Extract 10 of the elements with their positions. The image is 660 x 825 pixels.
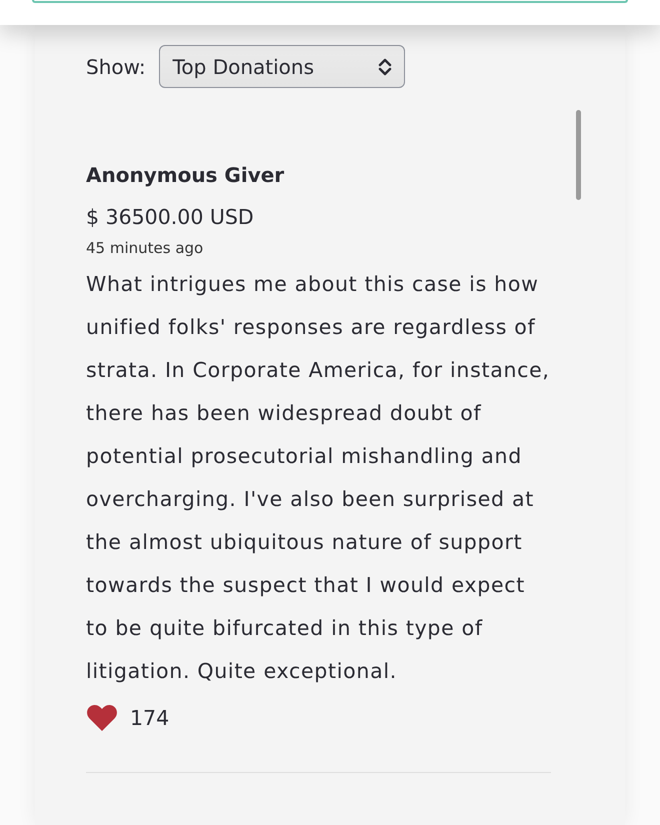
chevron-up-down-icon — [378, 58, 392, 76]
donation-time: 45 minutes ago — [86, 238, 204, 259]
sort-select[interactable]: Top Donations — [158, 45, 405, 88]
heart-icon[interactable] — [86, 704, 118, 732]
donation-message: What intrigues me about this case is how unified folks' responses are regardless of strata. In Corporate America, for instance, there has been widespread doubt of potential prosecutorial mishandling and overcharging. I've also been surprised at the almost ubiquitous nature of support towards the suspect that I would expect to be quite bifurcated in this type of litigation. Quite exceptional. — [86, 271, 551, 685]
scrollbar-thumb[interactable] — [576, 110, 581, 200]
donation-amount: $ 36500.00 USD — [86, 204, 255, 231]
donor-name: Anonymous Giver — [86, 162, 286, 189]
show-label: Show: — [86, 54, 146, 78]
like-count: 174 — [130, 706, 170, 730]
